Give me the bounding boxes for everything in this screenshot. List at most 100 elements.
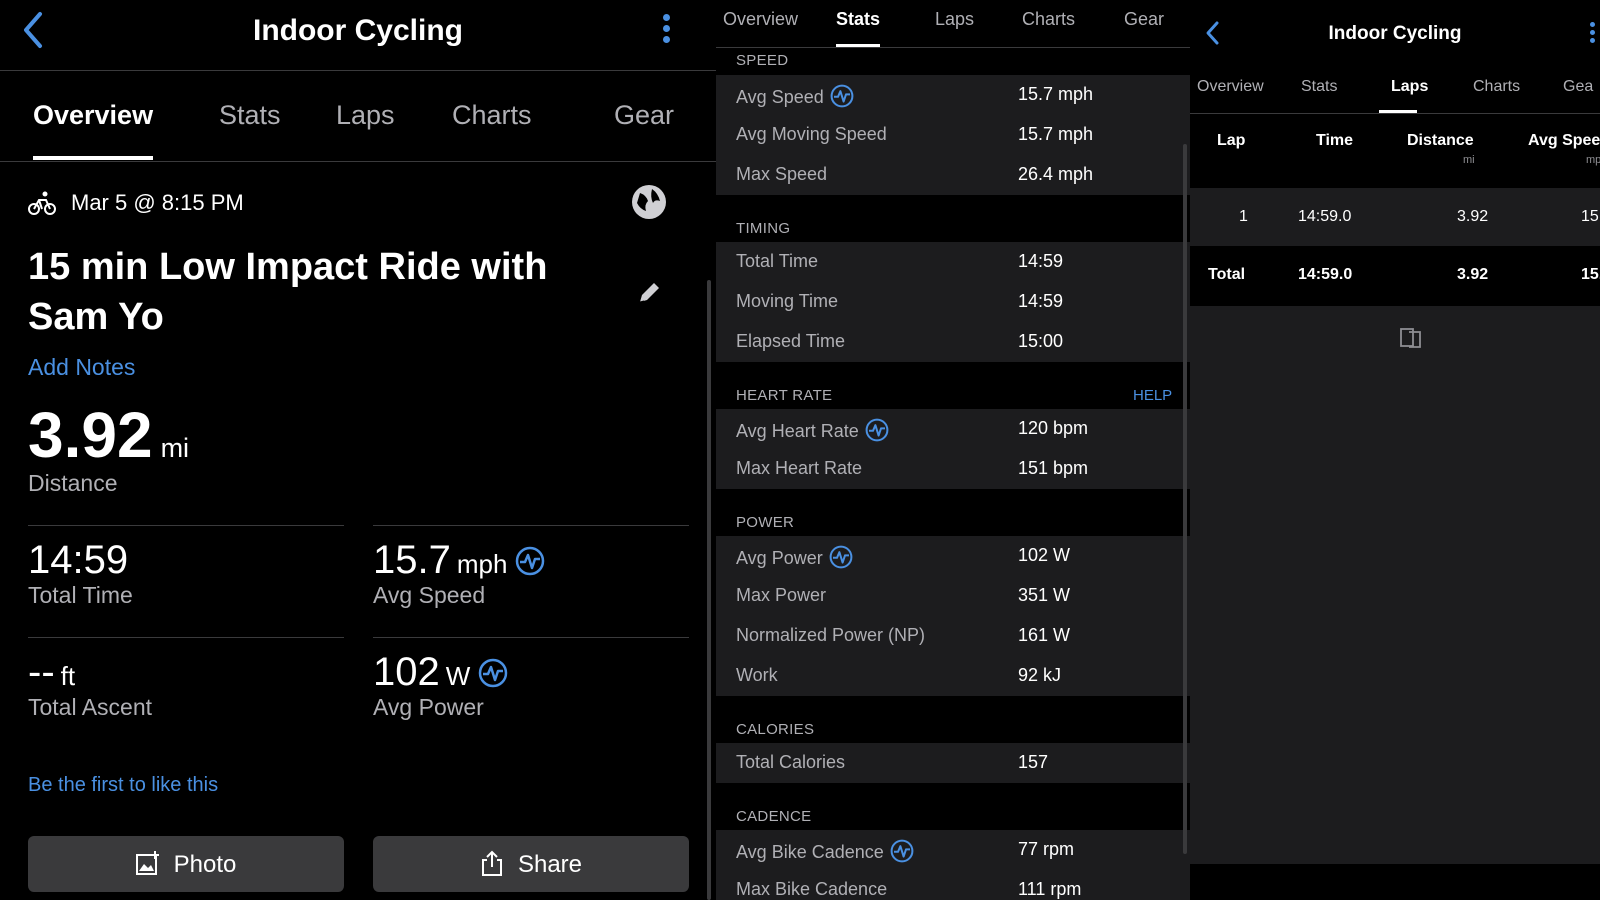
tab-overview[interactable]: Overview xyxy=(33,100,153,131)
stat-row-label: Total Calories xyxy=(736,752,846,772)
tab-overview[interactable]: Overview xyxy=(723,9,798,30)
tab-charts[interactable]: Charts xyxy=(1022,9,1075,30)
globe-icon[interactable] xyxy=(630,183,668,221)
tab-stats[interactable]: Stats xyxy=(219,100,281,131)
stat-row-label: Avg Bike Cadence xyxy=(736,842,884,862)
stat-row-label: Work xyxy=(736,665,778,685)
active-tab-indicator xyxy=(836,44,880,47)
pulse-icon xyxy=(516,546,545,576)
column-unit-distance: mi xyxy=(1463,154,1475,166)
pulse-icon xyxy=(830,84,854,108)
distance-unit: mi xyxy=(160,433,190,463)
table-cell: 14:59.0 xyxy=(1298,208,1352,225)
stat-row: Avg Bike Cadence 77 rpm xyxy=(716,830,1190,870)
page-title: Indoor Cycling xyxy=(1328,23,1462,44)
stat-label: Avg Speed xyxy=(373,582,486,608)
share-button-label: Share xyxy=(517,851,583,878)
stat-row-label: Avg Heart Rate xyxy=(736,421,859,441)
photo-button-label: Photo xyxy=(173,851,237,878)
column-unit-avg-speed: mp xyxy=(1586,154,1600,166)
section-speed-title: SPEED xyxy=(736,52,789,69)
stat-row: Avg Heart Rate 120 bpm xyxy=(716,409,1190,449)
share-icon xyxy=(481,850,502,876)
tab-overview[interactable]: Overview xyxy=(1197,78,1264,96)
tab-charts[interactable]: Charts xyxy=(452,100,532,131)
stat-row-label: Max Speed xyxy=(736,164,828,184)
photo-add-icon xyxy=(135,851,159,875)
section-power-title: POWER xyxy=(736,514,795,531)
stat-row-value: 26.4 mph xyxy=(1018,164,1094,184)
share-button[interactable]: Share xyxy=(373,836,689,892)
stat-row-label: Total Time xyxy=(736,251,819,271)
stat-row-label: Max Bike Cadence xyxy=(736,879,888,899)
stat-row: Elapsed Time 15:00 xyxy=(716,322,1190,362)
distance-number: 3.92 xyxy=(28,399,153,471)
laps-header: Indoor Cycling xyxy=(1190,0,1600,60)
tab-bar: Overview Stats Laps Charts Gea xyxy=(1190,60,1600,114)
stat-value: 102 xyxy=(373,650,440,694)
stat-row-label: Avg Power xyxy=(736,548,823,568)
tab-gear[interactable]: Gear xyxy=(1124,9,1164,30)
table-cell: 15. xyxy=(1581,208,1600,225)
stat-row-value: 161 W xyxy=(1018,625,1071,645)
stat-row: Max Heart Rate 151 bpm xyxy=(716,449,1190,489)
tab-laps[interactable]: Laps xyxy=(935,9,974,30)
tab-bar: Overview Stats Laps Charts Gear xyxy=(716,0,1190,48)
stat-row: Moving Time 14:59 xyxy=(716,282,1190,322)
copy-icon[interactable] xyxy=(1399,326,1423,350)
stat-row: Normalized Power (NP) 161 W xyxy=(716,616,1190,656)
tab-stats[interactable]: Stats xyxy=(836,9,880,30)
pencil-icon[interactable] xyxy=(636,280,662,306)
stat-value: 14:59 xyxy=(28,538,129,582)
stat-total-ascent: -- ft Total Ascent xyxy=(28,637,344,747)
stat-row: Avg Speed 15.7 mph xyxy=(716,75,1190,115)
tab-stats[interactable]: Stats xyxy=(1301,78,1337,96)
scrollbar[interactable] xyxy=(707,280,711,900)
stat-avg-power: 102 W Avg Power xyxy=(373,637,689,747)
scrollbar[interactable] xyxy=(1183,144,1187,854)
stat-total-time: 14:59 Total Time xyxy=(28,525,344,635)
section-heart-rate-title: HEART RATE xyxy=(736,387,833,404)
stat-row-value: 120 bpm xyxy=(1018,418,1089,438)
photo-button[interactable]: Photo xyxy=(28,836,344,892)
stat-row: Avg Power 102 W xyxy=(716,536,1190,576)
laps-empty-area xyxy=(1190,306,1600,864)
stat-label: Total Time xyxy=(28,582,133,608)
tab-laps[interactable]: Laps xyxy=(1391,78,1428,96)
tab-laps[interactable]: Laps xyxy=(336,100,395,131)
stat-row-value: 111 rpm xyxy=(1018,879,1082,899)
add-notes-link[interactable]: Add Notes xyxy=(28,354,135,381)
stat-row-value: 151 bpm xyxy=(1018,458,1089,478)
table-cell: 1 xyxy=(1239,208,1248,225)
stat-value: -- xyxy=(28,650,55,694)
tab-charts[interactable]: Charts xyxy=(1473,78,1520,96)
stat-row-value: 15:00 xyxy=(1018,331,1064,351)
like-link[interactable]: Be the first to like this xyxy=(28,774,218,797)
stat-row-value: 15.7 mph xyxy=(1018,84,1094,104)
table-cell: 14:59.0 xyxy=(1298,266,1353,283)
section-cadence-title: CADENCE xyxy=(736,808,812,825)
stat-unit: W xyxy=(445,661,471,691)
stat-row: Work 92 kJ xyxy=(716,656,1190,696)
stat-row: Max Speed 26.4 mph xyxy=(716,155,1190,195)
help-link[interactable]: HELP xyxy=(1133,387,1172,404)
stat-row: Total Calories 157 xyxy=(716,743,1190,783)
more-vertical-icon[interactable] xyxy=(1590,22,1598,48)
more-vertical-icon[interactable] xyxy=(658,14,674,48)
page-title: Indoor Cycling xyxy=(253,14,463,47)
stat-row-label: Avg Speed xyxy=(736,87,824,107)
overview-header: Indoor Cycling xyxy=(0,0,716,71)
table-row[interactable]: 1 14:59.0 3.92 15. xyxy=(1190,188,1600,246)
active-tab-indicator xyxy=(1379,110,1417,113)
tab-gear[interactable]: Gea xyxy=(1563,78,1593,96)
activity-date: Mar 5 @ 8:15 PM xyxy=(71,190,244,215)
laps-panel: Indoor Cycling Overview Stats Laps Chart… xyxy=(1190,0,1600,900)
stat-row: Avg Moving Speed 15.7 mph xyxy=(716,115,1190,155)
column-header-lap: Lap xyxy=(1217,132,1246,149)
column-header-distance: Distance xyxy=(1407,132,1474,149)
tab-gear[interactable]: Gear xyxy=(614,100,674,131)
table-cell: 3.92 xyxy=(1457,266,1489,283)
distance-label: Distance xyxy=(28,470,118,496)
stat-row: Max Bike Cadence 111 rpm xyxy=(716,870,1190,900)
stat-value: 15.7 xyxy=(373,538,451,582)
